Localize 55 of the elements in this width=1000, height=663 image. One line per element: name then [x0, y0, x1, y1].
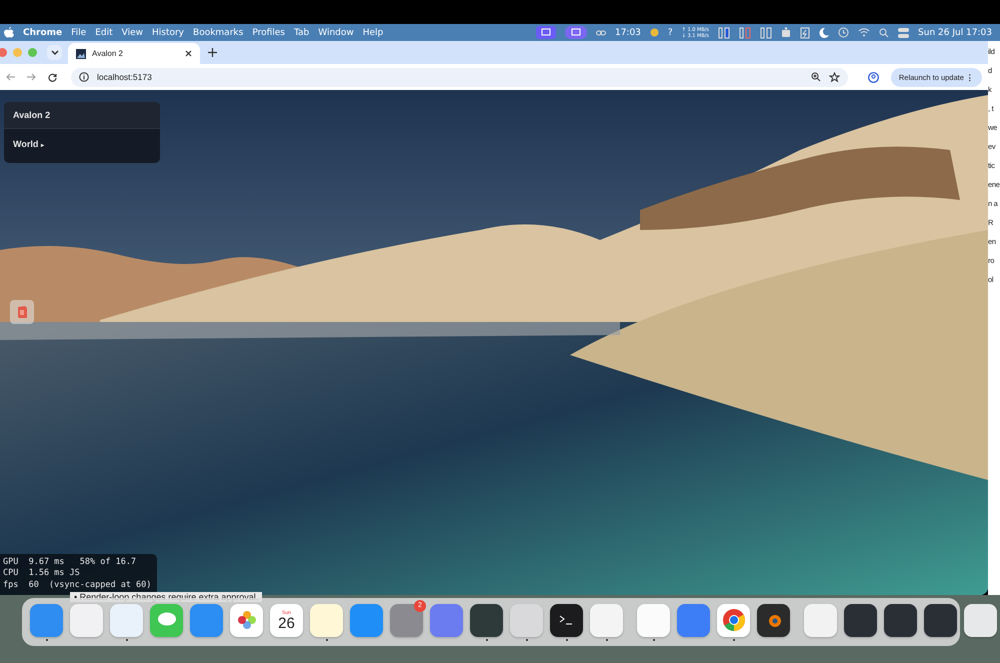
menu-item[interactable]: Help [362, 28, 384, 38]
history-icon[interactable] [838, 27, 850, 38]
chevron-icon [50, 50, 58, 55]
wifi-icon[interactable] [858, 28, 870, 37]
calendar-date: 26 [278, 616, 295, 630]
menu-item[interactable]: History [152, 28, 184, 38]
blender-app-icon[interactable] [757, 604, 790, 636]
menu-item[interactable]: Window [318, 28, 354, 38]
search-icon[interactable] [879, 28, 890, 38]
meter-icon [739, 26, 752, 38]
display-icon[interactable] [536, 26, 556, 39]
sun-icon[interactable] [650, 28, 659, 37]
zoom-button[interactable] [28, 48, 37, 57]
menu-item[interactable]: Profiles [252, 28, 285, 38]
battery-icon[interactable] [800, 26, 810, 38]
address-bar[interactable]: localhost:5173 [71, 68, 848, 86]
plus-icon[interactable] [208, 48, 217, 57]
zoom-icon[interactable] [810, 72, 821, 82]
cube-button[interactable] [10, 300, 34, 324]
terminal-app-icon[interactable] [550, 604, 583, 636]
help-glyph[interactable]: ? [668, 28, 673, 38]
browser-tab[interactable]: Avalon 2 [68, 43, 200, 64]
messages-app-icon[interactable] [150, 604, 183, 636]
stats-line: GPU 9.67 ms 58% of 16.7 [3, 556, 138, 568]
menu-item[interactable]: Bookmarks [193, 28, 244, 38]
reload-icon[interactable] [48, 72, 57, 82]
control-center-icon[interactable] [898, 28, 910, 38]
apple-icon[interactable] [4, 26, 14, 38]
photos-app-icon[interactable] [230, 604, 263, 636]
cube-icon [16, 305, 28, 319]
display-icon[interactable] [564, 26, 587, 39]
profile-icon[interactable] [868, 72, 879, 82]
star-icon[interactable] [828, 72, 840, 82]
meter-icon [718, 26, 730, 38]
tab-list-button[interactable] [47, 45, 62, 60]
stats-line: fps 60 (vsync-capped at 60) [3, 580, 152, 591]
menu-item[interactable]: Tab [294, 28, 310, 38]
stats-line: CPU 1.56 ms JS [3, 568, 81, 580]
favicon-icon [76, 48, 86, 58]
link-icon[interactable] [596, 30, 606, 36]
chrome-app-icon[interactable] [717, 604, 750, 636]
forward-icon[interactable] [27, 73, 36, 81]
back-icon[interactable] [6, 73, 15, 81]
clock-text: 17:03 [614, 28, 641, 38]
close-icon[interactable] [185, 50, 192, 57]
meter-icon [760, 26, 772, 38]
close-button[interactable] [0, 48, 7, 57]
moon-icon[interactable] [819, 28, 830, 38]
info-icon[interactable] [79, 72, 89, 82]
menu-item[interactable]: File [71, 28, 86, 38]
panel-title: Avalon 2 [4, 102, 160, 129]
date-time[interactable]: Sun 26 Jul 17:03 [918, 28, 992, 38]
menu-app-name[interactable]: Chrome [23, 28, 62, 38]
menu-item[interactable]: Edit [95, 28, 113, 38]
menu-item[interactable]: View [122, 28, 143, 38]
